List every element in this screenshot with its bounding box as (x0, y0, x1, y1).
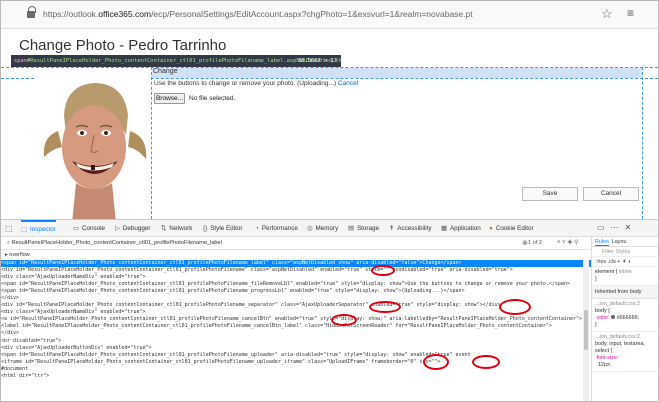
profile-photo-image (36, 75, 151, 223)
file-status: No file selected. (189, 95, 236, 102)
annotation-circle (369, 301, 401, 313)
element-rule: element { inline} (592, 267, 658, 286)
pick-element-icon[interactable]: ⬚ (5, 220, 13, 237)
markup-line[interactable]: <a id="ResultPaneIPlaceHolder_Photo_cont… (1, 316, 591, 323)
storage-icon: ▤ (348, 225, 354, 232)
accessibility-icon: ✝ (389, 225, 395, 232)
debugger-icon: ▷ (115, 225, 120, 232)
markup-line[interactable]: <span id="ResultPaneIPlaceHolder_Photo_c… (1, 281, 591, 288)
rules-tabs[interactable]: Rules Layou (592, 237, 658, 247)
style-editor-icon: {} (203, 225, 208, 232)
markup-line[interactable]: <br disabled="true"> (1, 338, 591, 345)
annotation-circle (499, 299, 531, 315)
tab-inspector[interactable]: ⬚ Inspector (21, 220, 56, 237)
console-icon: ▭ (73, 225, 79, 232)
markup-line[interactable]: #document (1, 366, 591, 373)
devtools-toolbar: ⬚ ⬚ Inspector ▭ Console ▷ Debugger ⇅ Network… (1, 220, 658, 237)
markup-line[interactable]: <span id="ResultPaneIPlaceHolder_Photo_c… (1, 288, 591, 295)
highlight-guide (642, 67, 643, 219)
profile-photo (36, 75, 151, 223)
menu-icon[interactable]: ≡ (627, 6, 634, 20)
memory-icon: ◎ (307, 225, 313, 232)
url-text[interactable]: https://outlook.office365.com/ecp/Person… (43, 9, 473, 19)
devtools-panel: ⬚ ⬚ Inspector ▭ Console ▷ Debugger ⇅ Network… (1, 219, 658, 401)
markup-line[interactable]: <iframe id="ResultPaneIPlaceHolder_Photo… (1, 359, 591, 366)
tab-console[interactable]: ▭ Console (73, 220, 105, 237)
markup-line[interactable]: </div> (1, 330, 591, 337)
cancel-upload-link[interactable]: Cancel (338, 80, 358, 87)
inspector-icon: ⬚ (21, 226, 27, 233)
annotation-circle (371, 265, 395, 276)
tab-rules[interactable]: Rules (595, 239, 609, 246)
tab-cookie-editor[interactable]: ● Cookie Editor (489, 220, 534, 237)
clear-search-icon[interactable]: ⊗ (522, 237, 528, 250)
photo-instructions: Use the buttons to change or remove your… (154, 80, 359, 87)
devtools-window-controls[interactable]: ▭⋯✕ (597, 223, 637, 232)
annotation-circle (423, 354, 449, 370)
markup-scrollbar[interactable] (583, 260, 589, 401)
network-icon: ⇅ (161, 225, 167, 232)
bookmark-star-icon[interactable]: ☆ (601, 6, 613, 22)
inspector-tooltip: span#ResultPaneIPlaceHolder_Photo_conten… (11, 55, 341, 67)
filter-styles-input[interactable]: Filter Styles (592, 247, 658, 257)
browser-window: https://outlook.office365.com/ecp/Person… (0, 0, 659, 402)
address-bar[interactable]: https://outlook.office365.com/ecp/Person… (1, 1, 658, 29)
markup-line[interactable]: <div class="AjaxUploaderNameDiv" enabled… (1, 274, 591, 281)
match-count: 1 of 2 (528, 240, 542, 246)
page-content: Change Photo - Pedro Tarrinho span#Resul… (1, 29, 658, 223)
tab-performance[interactable]: ◔ Performance (255, 220, 298, 237)
markup-line[interactable]: <div id="ResultPaneIPlaceHolder_Photo_co… (1, 267, 591, 274)
tab-application[interactable]: ▦ Application (441, 220, 481, 237)
markup-line[interactable]: <label id="ResultPaneIPlaceHolder_Photo_… (1, 323, 591, 330)
application-icon: ▦ (441, 225, 447, 232)
annotation-circle (472, 355, 500, 369)
overflow-badge: ▸ overflow (5, 252, 30, 258)
change-label: Change (153, 68, 178, 75)
color-swatch-icon[interactable] (611, 315, 616, 319)
lock-icon (27, 6, 36, 19)
tab-layout[interactable]: Layou (612, 239, 627, 245)
cancel-button[interactable]: Cancel (583, 187, 639, 201)
tab-style-editor[interactable]: {} Style Editor (203, 220, 242, 237)
tab-debugger[interactable]: ▷ Debugger (115, 220, 151, 237)
tab-memory[interactable]: ◎ Memory (307, 220, 338, 237)
css-rule: ...ion_default.css:2 body, input, textar… (592, 332, 658, 372)
annotation-circle (331, 314, 357, 326)
tab-storage[interactable]: ▤ Storage (348, 220, 379, 237)
highlighted-element (152, 68, 642, 78)
page-title: Change Photo - Pedro Tarrinho (19, 37, 227, 54)
markup-line[interactable]: <span id="ResultPaneIPlaceHolder_Photo_c… (1, 260, 591, 268)
browse-button[interactable]: Browse... (154, 93, 185, 104)
tab-network[interactable]: ⇅ Network (161, 220, 192, 237)
inherited-header: Inherited from body (592, 286, 658, 299)
markup-tree[interactable]: <span id="ResultPaneIPlaceHolder_Photo_c… (1, 260, 591, 401)
search-html-bar[interactable]: ⌕ ResultPaneIPlaceHolder_Photo_contentCo… (1, 237, 591, 250)
markup-line[interactable]: <span id="ResultPaneIPlaceHolder_Photo_c… (1, 352, 591, 359)
css-rule: ...ion_default.css:2 body { color: #6666… (592, 299, 658, 332)
rules-panel: Rules Layou Filter Styles :hov .cls + ☀ … (591, 237, 658, 401)
match-navigation[interactable]: ˄ ˅ ✚ ⚲ (557, 237, 578, 250)
markup-line[interactable]: <div class="AjaxUploaderButtonDiv" enabl… (1, 345, 591, 352)
save-button[interactable]: Save (522, 187, 578, 201)
tab-accessibility[interactable]: ✝ Accessibility (389, 220, 432, 237)
rules-toolbar[interactable]: :hov .cls + ☀ ◐ (592, 257, 658, 267)
performance-icon: ◔ (255, 225, 259, 232)
highlight-guide (151, 67, 152, 219)
cookie-icon: ● (489, 225, 493, 232)
markup-line[interactable]: <html dir="ltr"> (1, 373, 591, 380)
